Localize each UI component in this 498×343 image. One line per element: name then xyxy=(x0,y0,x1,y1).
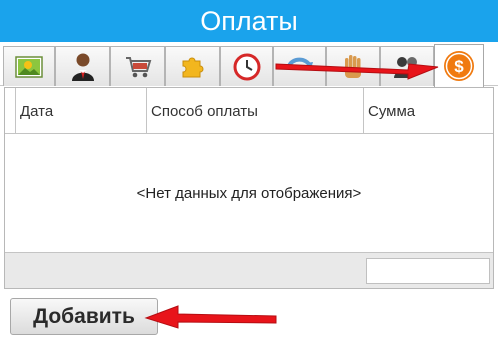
add-button[interactable]: Добавить xyxy=(10,298,158,335)
curved-arrow-icon xyxy=(286,57,313,69)
tab-clock[interactable] xyxy=(220,46,273,86)
tab-payments[interactable]: $ xyxy=(434,44,484,87)
column-header-payment-method[interactable]: Способ оплаты xyxy=(146,88,363,133)
dollar-coin-icon: $ xyxy=(444,51,474,81)
landscape-picture-icon xyxy=(15,55,43,78)
tab-cart[interactable] xyxy=(110,46,165,86)
clock-icon xyxy=(233,53,260,80)
grid-summary-footer xyxy=(5,252,493,288)
person-icon xyxy=(71,53,94,81)
tab-arrow[interactable] xyxy=(273,46,326,86)
window-title: Оплаты xyxy=(0,0,498,42)
svg-text:$: $ xyxy=(454,57,464,76)
shopping-cart-icon xyxy=(125,56,151,77)
tab-person[interactable] xyxy=(55,46,110,86)
amount-total-field xyxy=(366,258,490,284)
tab-strip: $ xyxy=(0,42,498,87)
people-icon xyxy=(394,56,417,78)
tab-picture[interactable] xyxy=(3,46,55,86)
row-indicator-header xyxy=(5,88,15,133)
column-header-amount[interactable]: Сумма xyxy=(363,88,493,133)
column-header-date[interactable]: Дата xyxy=(15,88,146,133)
puzzle-piece-icon xyxy=(182,57,203,77)
tab-puzzle[interactable] xyxy=(165,46,220,86)
grid-header: Дата Способ оплаты Сумма xyxy=(5,88,493,134)
tab-people[interactable] xyxy=(380,46,434,86)
tab-hand[interactable] xyxy=(326,46,380,86)
hand-icon xyxy=(345,54,361,78)
arrow-to-add-button xyxy=(144,305,277,329)
payments-grid: Дата Способ оплаты Сумма <Нет данных для… xyxy=(4,87,494,289)
grid-empty-message: <Нет данных для отображения> xyxy=(136,184,362,202)
